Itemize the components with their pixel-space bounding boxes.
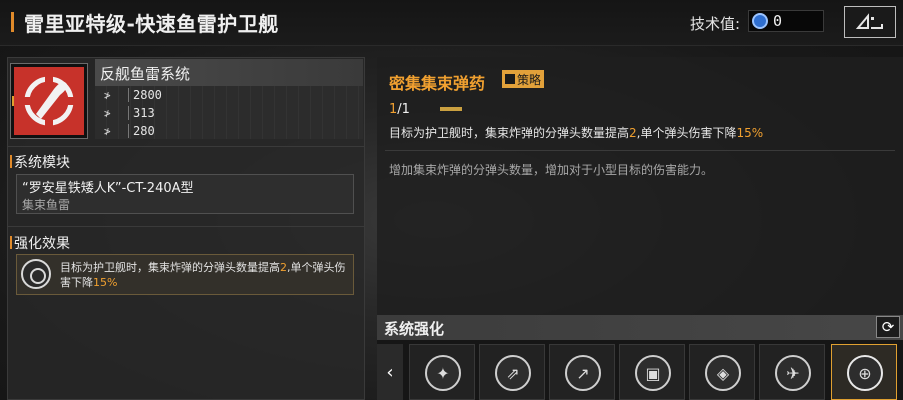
enhancement-slot[interactable]: ◈ bbox=[689, 344, 755, 400]
ammo-count: 1/1 bbox=[389, 102, 410, 117]
scroll-left-button[interactable]: ‹ bbox=[377, 344, 403, 400]
stat-row-damage: ≯ 2800 bbox=[104, 88, 162, 102]
home-button[interactable] bbox=[844, 6, 896, 38]
selected-marker bbox=[12, 96, 14, 106]
stat-value: 280 bbox=[128, 124, 155, 138]
ammo-note: 增加集束炸弹的分弹头数量，增加对于小型目标的伤害能力。 bbox=[389, 163, 714, 177]
torpedo-icon bbox=[21, 73, 77, 129]
missile-angle-icon: ↗ bbox=[565, 355, 601, 391]
strategy-badge: 策略 bbox=[502, 70, 545, 88]
strategy-label: 策略 bbox=[517, 72, 542, 87]
enhancement-slot[interactable]: ✈ bbox=[759, 344, 825, 400]
crosshair-icon: ⊕ bbox=[847, 355, 883, 391]
divider bbox=[7, 146, 365, 147]
strategy-icon bbox=[505, 74, 515, 84]
double-missile-icon: ⇗ bbox=[495, 355, 531, 391]
stat-value: 313 bbox=[128, 106, 155, 120]
ammo-count-total: /1 bbox=[397, 102, 410, 117]
divider bbox=[7, 226, 365, 227]
enhancement-slot[interactable]: ↗ bbox=[549, 344, 615, 400]
ammo-title: 密集集束弹药 bbox=[389, 74, 486, 93]
system-name: 反舰鱼雷系统 bbox=[100, 65, 191, 83]
effect-value: 2 bbox=[280, 261, 287, 274]
effect-text-part: 目标为护卫舰时，集束炸弹的分弹头数量提高 bbox=[60, 261, 280, 274]
ammo-description: 目标为护卫舰时，集束炸弹的分弹头数量提高2,单个弹头伤害下降15% bbox=[389, 124, 763, 141]
title-accent-bar bbox=[11, 12, 14, 32]
ammo-count-bar bbox=[440, 107, 462, 111]
compass-missile-icon: ✦ bbox=[425, 355, 461, 391]
enhancement-slot[interactable]: ✦ bbox=[409, 344, 475, 400]
home-icon bbox=[855, 13, 883, 29]
stat-value: 2800 bbox=[128, 88, 162, 102]
tech-point-icon bbox=[752, 13, 768, 29]
module-heading: 系统模块 bbox=[10, 152, 70, 172]
ammo-desc-part: ,单个弹头伤害下降 bbox=[636, 126, 737, 140]
damage-icon: ≯ bbox=[104, 89, 111, 102]
ammo-detail-panel bbox=[377, 57, 903, 315]
tech-value-box: 0 bbox=[748, 10, 824, 32]
weapon-icon-background bbox=[14, 67, 84, 135]
enhancement-slot[interactable]: ▣ bbox=[619, 344, 685, 400]
ammo-desc-value: 2 bbox=[629, 126, 637, 140]
enhancement-slot-selected[interactable]: ⊕ bbox=[831, 344, 897, 400]
module-name: “罗安星铁矮人K”-CT-240A型 bbox=[22, 181, 194, 196]
refresh-icon: ⟳ bbox=[881, 318, 895, 336]
speed-icon: ≯ bbox=[104, 107, 111, 120]
ammo-desc-value: 15% bbox=[736, 126, 764, 140]
module-type: 集束鱼雷 bbox=[22, 198, 71, 212]
weapon-icon-frame[interactable] bbox=[10, 63, 88, 139]
ammo-desc-part: 目标为护卫舰时，集束炸弹的分弹头数量提高 bbox=[389, 126, 630, 140]
tech-value: 0 bbox=[773, 12, 783, 30]
enhancement-title: 系统强化 bbox=[384, 320, 445, 338]
enhancement-header bbox=[377, 315, 903, 340]
effect-value: 15% bbox=[93, 276, 118, 289]
effect-description: 目标为护卫舰时，集束炸弹的分弹头数量提高2,单个弹头伤害下降15% bbox=[60, 260, 350, 290]
stat-row-speed: ≯ 313 bbox=[104, 106, 155, 120]
chip-icon: ▣ bbox=[635, 355, 671, 391]
page-title: 雷里亚特级-快速鱼雷护卫舰 bbox=[24, 12, 279, 36]
cube-icon: ◈ bbox=[705, 355, 741, 391]
effect-heading: 强化效果 bbox=[10, 233, 70, 253]
crosshair-icon bbox=[21, 259, 51, 289]
refresh-button[interactable]: ⟳ bbox=[876, 316, 900, 338]
divider bbox=[385, 150, 895, 151]
chevron-left-icon: ‹ bbox=[386, 361, 394, 383]
range-icon: ≯ bbox=[104, 125, 111, 138]
enhancement-slot[interactable]: ⇗ bbox=[479, 344, 545, 400]
tech-value-label: 技术值: bbox=[690, 15, 741, 33]
stat-row-range: ≯ 280 bbox=[104, 124, 155, 138]
drone-icon: ✈ bbox=[775, 355, 811, 391]
